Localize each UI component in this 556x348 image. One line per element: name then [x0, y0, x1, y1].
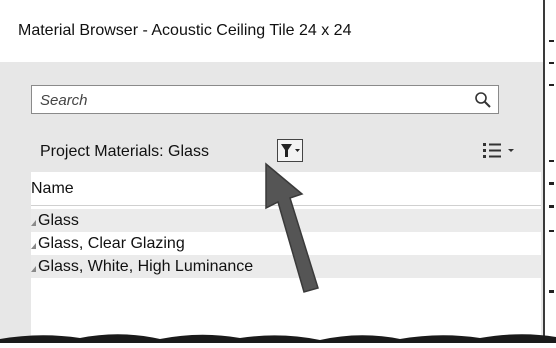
torn-edge — [0, 334, 556, 343]
chevron-down-icon — [295, 149, 300, 152]
material-swatch-icon — [31, 243, 36, 249]
list-item-label: Glass — [38, 212, 79, 229]
project-materials-label: Project Materials: Glass — [40, 143, 209, 160]
pointer-arrow-icon — [265, 162, 319, 293]
list-item-label: Glass, Clear Glazing — [38, 235, 185, 252]
filter-button[interactable] — [277, 139, 303, 162]
list-item-label: Glass, White, High Luminance — [38, 258, 254, 275]
column-header-name: Name — [31, 180, 74, 197]
adjacent-panel-edge — [547, 0, 556, 343]
search-icon[interactable] — [474, 91, 492, 109]
search-input[interactable]: Search — [31, 85, 499, 114]
list-view-icon — [483, 143, 514, 158]
search-placeholder: Search — [40, 92, 88, 109]
material-swatch-icon — [31, 266, 36, 272]
title-bar: Material Browser - Acoustic Ceiling Tile… — [0, 0, 543, 62]
window-title: Material Browser - Acoustic Ceiling Tile… — [18, 22, 352, 39]
material-swatch-icon — [31, 220, 36, 226]
filter-icon — [281, 144, 300, 157]
view-options-button[interactable] — [481, 139, 525, 163]
